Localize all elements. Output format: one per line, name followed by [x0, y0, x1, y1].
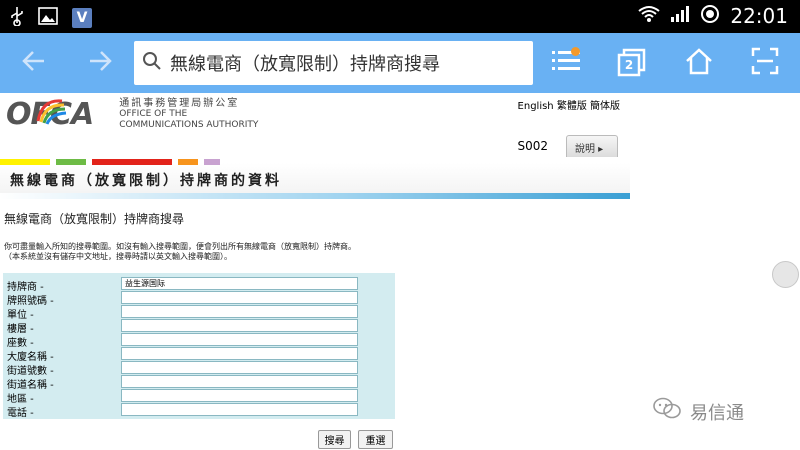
browser-toolbar: 無線電商（放寬限制）持牌商搜尋 2: [0, 33, 800, 93]
instruction-note: 你可盡量輸入所知的搜尋範圍。如沒有輸入搜尋範圍，便會列出所有無線電商（放寬限制）…: [4, 242, 356, 262]
banner-title: 無線電商（放寬限制）持牌商的資料: [10, 173, 282, 189]
notification-dot: [571, 47, 580, 56]
note-line-1: 你可盡量輸入所知的搜尋範圍。如沒有輸入搜尋範圍，便會列出所有無線電商（放寬限制）…: [4, 242, 356, 251]
form-row-street-name: 街道名稱 -: [3, 375, 395, 391]
phone-input[interactable]: [121, 403, 358, 416]
arrow-right-icon: [86, 47, 114, 79]
block-input[interactable]: [121, 333, 358, 346]
watermark: 易信通: [652, 396, 744, 427]
title-banner: 無線電商（放寬限制）持牌商的資料: [0, 159, 630, 201]
clock: 22:01: [730, 4, 788, 28]
v-app-icon: V: [72, 8, 92, 28]
scroll-handle[interactable]: [772, 261, 799, 288]
watermark-text: 易信通: [690, 402, 744, 424]
search-icon: [142, 51, 162, 75]
section-title: 無線電商（放寬限制）持牌商搜尋: [4, 212, 185, 226]
tabs-icon: 2: [617, 48, 647, 78]
street-name-input[interactable]: [121, 375, 358, 388]
color-stripes: [0, 159, 630, 165]
gallery-icon: [38, 7, 58, 29]
address-bar-text: 無線電商（放寬限制）持牌商搜尋: [170, 54, 440, 75]
search-form: 持牌商 - 益生源国际 牌照號碼 - 單位 - 樓層 - 座數 - 大廈名稱 -…: [3, 273, 395, 419]
logo-swoosh-icon: [36, 99, 67, 125]
street-number-input[interactable]: [121, 361, 358, 374]
form-row-licence-no: 牌照號碼 -: [3, 291, 395, 307]
back-button[interactable]: [14, 43, 54, 83]
reset-button[interactable]: 重選: [358, 430, 393, 449]
building-name-input[interactable]: [121, 347, 358, 360]
signal-icon: [670, 5, 690, 27]
battery-icon: [700, 4, 720, 28]
banner-underline: [0, 193, 630, 199]
home-button[interactable]: [679, 43, 719, 83]
wifi-icon: [638, 5, 660, 27]
address-bar[interactable]: 無線電商（放寬限制）持牌商搜尋: [134, 41, 533, 85]
status-bar: V 22:01: [0, 0, 800, 33]
tabs-button[interactable]: 2: [612, 43, 652, 83]
page-header: OFCA 通訊事務管理局辦公室 OFFICE OF THE COMMUNICAT…: [0, 93, 630, 159]
page-code: S002: [517, 139, 548, 153]
form-row-block: 座數 -: [3, 333, 395, 349]
district-input[interactable]: [121, 389, 358, 402]
arrow-left-icon: [20, 47, 48, 79]
form-row-building: 大廈名稱 -: [3, 347, 395, 363]
floor-input[interactable]: [121, 319, 358, 332]
field-label: 電話 -: [7, 408, 34, 419]
language-links[interactable]: English 繁體版 簡体版: [518, 97, 620, 112]
ofca-logo[interactable]: OFCA 通訊事務管理局辦公室 OFFICE OF THE COMMUNICAT…: [6, 97, 258, 132]
org-name-en-1: OFFICE OF THE: [119, 109, 188, 119]
forward-button[interactable]: [80, 43, 120, 83]
licensee-input[interactable]: 益生源国际: [121, 277, 358, 290]
form-row-street-no: 街道號數 -: [3, 361, 395, 377]
form-row-licensee: 持牌商 - 益生源国际: [3, 277, 395, 293]
search-button[interactable]: 搜尋: [318, 430, 351, 449]
note-line-2: （本系統並沒有儲存中文地址，搜尋時請以英文輸入搜尋範圍）。: [4, 252, 232, 261]
chat-bubble-icon: [652, 396, 682, 427]
scan-frame-icon: [751, 47, 779, 79]
org-name-en-2: COMMUNICATIONS AUTHORITY: [119, 120, 259, 130]
menu-button[interactable]: [546, 43, 586, 83]
org-name-cn: 通訊事務管理局辦公室: [119, 98, 240, 109]
form-row-floor: 樓層 -: [3, 319, 395, 335]
form-row-phone: 電話 -: [3, 403, 395, 419]
home-icon: [684, 47, 714, 79]
form-row-district: 地區 -: [3, 389, 395, 405]
form-row-unit: 單位 -: [3, 305, 395, 321]
usb-icon: [10, 6, 24, 30]
unit-input[interactable]: [121, 305, 358, 318]
help-tab[interactable]: 說明 ▸: [566, 135, 618, 157]
org-name: 通訊事務管理局辦公室 OFFICE OF THE COMMUNICATIONS …: [119, 98, 258, 131]
licence-number-input[interactable]: [121, 291, 358, 304]
scan-button[interactable]: [745, 43, 785, 83]
tabs-count: 2: [624, 58, 634, 72]
